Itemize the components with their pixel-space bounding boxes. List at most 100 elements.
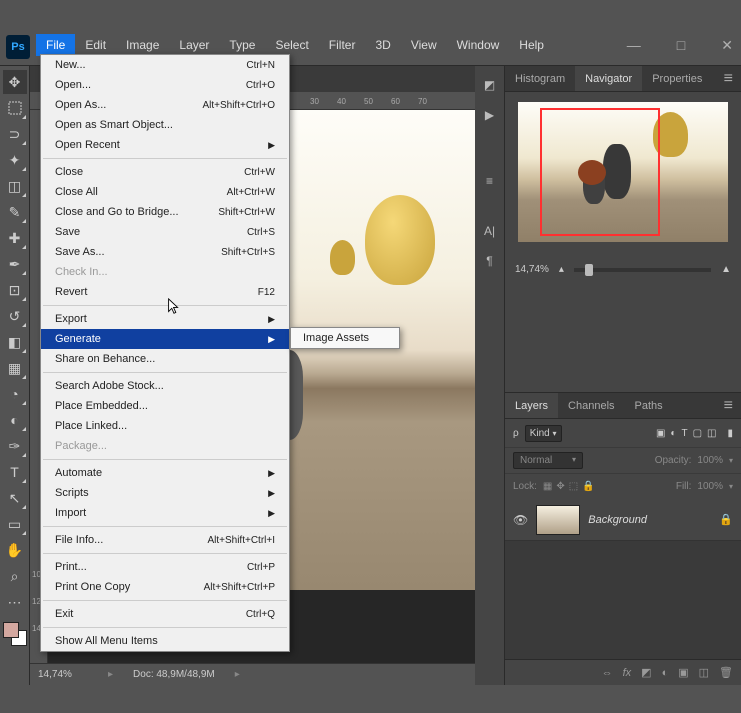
menu-item-share-on-behance[interactable]: Share on Behance...: [41, 349, 289, 369]
minimize-button[interactable]: —: [619, 33, 649, 58]
crop-tool[interactable]: ◫: [3, 174, 27, 198]
menu-filter[interactable]: Filter: [319, 34, 366, 56]
menu-item-save[interactable]: SaveCtrl+S: [41, 222, 289, 242]
new-layer-icon[interactable]: ◫: [699, 666, 709, 679]
panel-icon-3[interactable]: ≡: [486, 174, 493, 188]
menu-item-print[interactable]: Print...Ctrl+P: [41, 557, 289, 577]
delete-layer-icon[interactable]: 🗑: [719, 666, 733, 679]
layer-filter-kind[interactable]: Kind ▾: [525, 425, 562, 442]
blend-mode-select[interactable]: Normal ▾: [513, 452, 583, 469]
visibility-icon[interactable]: 👁: [513, 513, 528, 527]
menu-item-print-one-copy[interactable]: Print One CopyAlt+Shift+Ctrl+P: [41, 577, 289, 597]
edit-toolbar[interactable]: ⋯: [3, 590, 27, 614]
menu-item-place-linked[interactable]: Place Linked...: [41, 416, 289, 436]
menu-window[interactable]: Window: [447, 34, 510, 56]
menu-item-scripts[interactable]: Scripts▶: [41, 483, 289, 503]
filter-adjust-icon[interactable]: ◐: [670, 428, 676, 439]
layer-fx-icon[interactable]: fx: [623, 667, 632, 679]
tab-properties[interactable]: Properties: [642, 66, 712, 91]
eyedropper-tool[interactable]: ✎: [3, 200, 27, 224]
lock-artboard-icon[interactable]: ⬚: [569, 481, 578, 492]
menu-item-automate[interactable]: Automate▶: [41, 463, 289, 483]
menu-item-open-as[interactable]: Open As...Alt+Shift+Ctrl+O: [41, 95, 289, 115]
menu-help[interactable]: Help: [509, 34, 554, 56]
lock-all-icon[interactable]: 🔒: [582, 481, 594, 492]
paragraph-panel-icon[interactable]: ¶: [486, 254, 492, 268]
navigator-zoom-value[interactable]: 14,74%: [515, 264, 549, 275]
layer-item[interactable]: 👁 Background 🔒: [505, 499, 741, 541]
foreground-color[interactable]: [3, 622, 19, 638]
tab-navigator[interactable]: Navigator: [575, 66, 642, 91]
menu-edit[interactable]: Edit: [75, 34, 116, 56]
navigator-zoom-slider[interactable]: [574, 268, 711, 272]
move-tool[interactable]: ✥: [3, 70, 27, 94]
tab-layers[interactable]: Layers: [505, 393, 558, 418]
menu-3d[interactable]: 3D: [365, 34, 400, 56]
menu-item-close-and-go-to-bridge[interactable]: Close and Go to Bridge...Shift+Ctrl+W: [41, 202, 289, 222]
menu-item-search-adobe-stock[interactable]: Search Adobe Stock...: [41, 376, 289, 396]
gradient-tool[interactable]: ▦: [3, 356, 27, 380]
filter-shape-icon[interactable]: ▢: [693, 428, 702, 439]
menu-item-save-as[interactable]: Save As...Shift+Ctrl+S: [41, 242, 289, 262]
healing-tool[interactable]: ✚: [3, 226, 27, 250]
layers-panel-menu-icon[interactable]: ≡: [716, 393, 741, 418]
filter-pixel-icon[interactable]: ▣: [656, 428, 665, 439]
menu-item-file-info[interactable]: File Info...Alt+Shift+Ctrl+I: [41, 530, 289, 550]
blur-tool[interactable]: ◔: [3, 382, 27, 406]
eraser-tool[interactable]: ◧: [3, 330, 27, 354]
character-panel-icon[interactable]: A|: [484, 224, 495, 238]
group-icon[interactable]: ▣: [678, 666, 688, 679]
zoom-level[interactable]: 14,74%: [38, 669, 88, 680]
menu-item-import[interactable]: Import▶: [41, 503, 289, 523]
dodge-tool[interactable]: ◐: [3, 408, 27, 432]
menu-item-export[interactable]: Export▶: [41, 309, 289, 329]
history-brush-tool[interactable]: ↺: [3, 304, 27, 328]
menu-item-close[interactable]: CloseCtrl+W: [41, 162, 289, 182]
link-layers-icon[interactable]: ⇔: [602, 667, 613, 679]
zoom-in-icon[interactable]: ▲: [721, 264, 731, 275]
filter-smart-icon[interactable]: ◫: [707, 428, 716, 439]
tab-paths[interactable]: Paths: [625, 393, 673, 418]
opacity-value[interactable]: 100%: [697, 455, 723, 466]
color-swatches[interactable]: [3, 622, 27, 646]
tab-channels[interactable]: Channels: [558, 393, 624, 418]
zoom-out-icon[interactable]: ▴: [559, 264, 564, 275]
panel-menu-icon[interactable]: ≡: [716, 66, 741, 91]
layer-name[interactable]: Background: [588, 514, 647, 526]
menu-layer[interactable]: Layer: [169, 34, 219, 56]
menu-item-open[interactable]: Open...Ctrl+O: [41, 75, 289, 95]
menu-item-close-all[interactable]: Close AllAlt+Ctrl+W: [41, 182, 289, 202]
fill-value[interactable]: 100%: [697, 481, 723, 492]
close-button[interactable]: ✕: [713, 33, 741, 58]
adjustment-layer-icon[interactable]: ◐: [662, 667, 669, 679]
submenu-item-image-assets[interactable]: Image Assets: [291, 328, 399, 348]
menu-file[interactable]: File: [36, 34, 75, 56]
wand-tool[interactable]: ✦: [3, 148, 27, 172]
lock-pixels-icon[interactable]: ▦: [543, 481, 552, 492]
menu-type[interactable]: Type: [219, 34, 265, 56]
shape-tool[interactable]: ▭: [3, 512, 27, 536]
tab-histogram[interactable]: Histogram: [505, 66, 575, 91]
navigator-thumbnail[interactable]: [518, 102, 728, 242]
type-tool[interactable]: T: [3, 460, 27, 484]
pen-tool[interactable]: ✑: [3, 434, 27, 458]
layer-mask-icon[interactable]: ◩: [641, 666, 651, 679]
marquee-tool[interactable]: [3, 96, 27, 120]
layer-thumbnail[interactable]: [536, 505, 580, 535]
zoom-tool[interactable]: ⌕: [3, 564, 27, 588]
filter-toggle[interactable]: ▮: [727, 428, 733, 439]
brush-tool[interactable]: ✒: [3, 252, 27, 276]
maximize-button[interactable]: □: [669, 33, 693, 58]
menu-item-exit[interactable]: ExitCtrl+Q: [41, 604, 289, 624]
menu-item-open-as-smart-object[interactable]: Open as Smart Object...: [41, 115, 289, 135]
menu-item-revert[interactable]: RevertF12: [41, 282, 289, 302]
menu-item-place-embedded[interactable]: Place Embedded...: [41, 396, 289, 416]
path-tool[interactable]: ↖: [3, 486, 27, 510]
hand-tool[interactable]: ✋: [3, 538, 27, 562]
filter-type-icon[interactable]: T: [681, 428, 687, 439]
stamp-tool[interactable]: ⊡: [3, 278, 27, 302]
menu-item-show-all-menu-items[interactable]: Show All Menu Items: [41, 631, 289, 651]
menu-item-new[interactable]: New...Ctrl+N: [41, 55, 289, 75]
menu-item-generate[interactable]: Generate▶: [41, 329, 289, 349]
navigator-viewbox[interactable]: [540, 108, 660, 236]
